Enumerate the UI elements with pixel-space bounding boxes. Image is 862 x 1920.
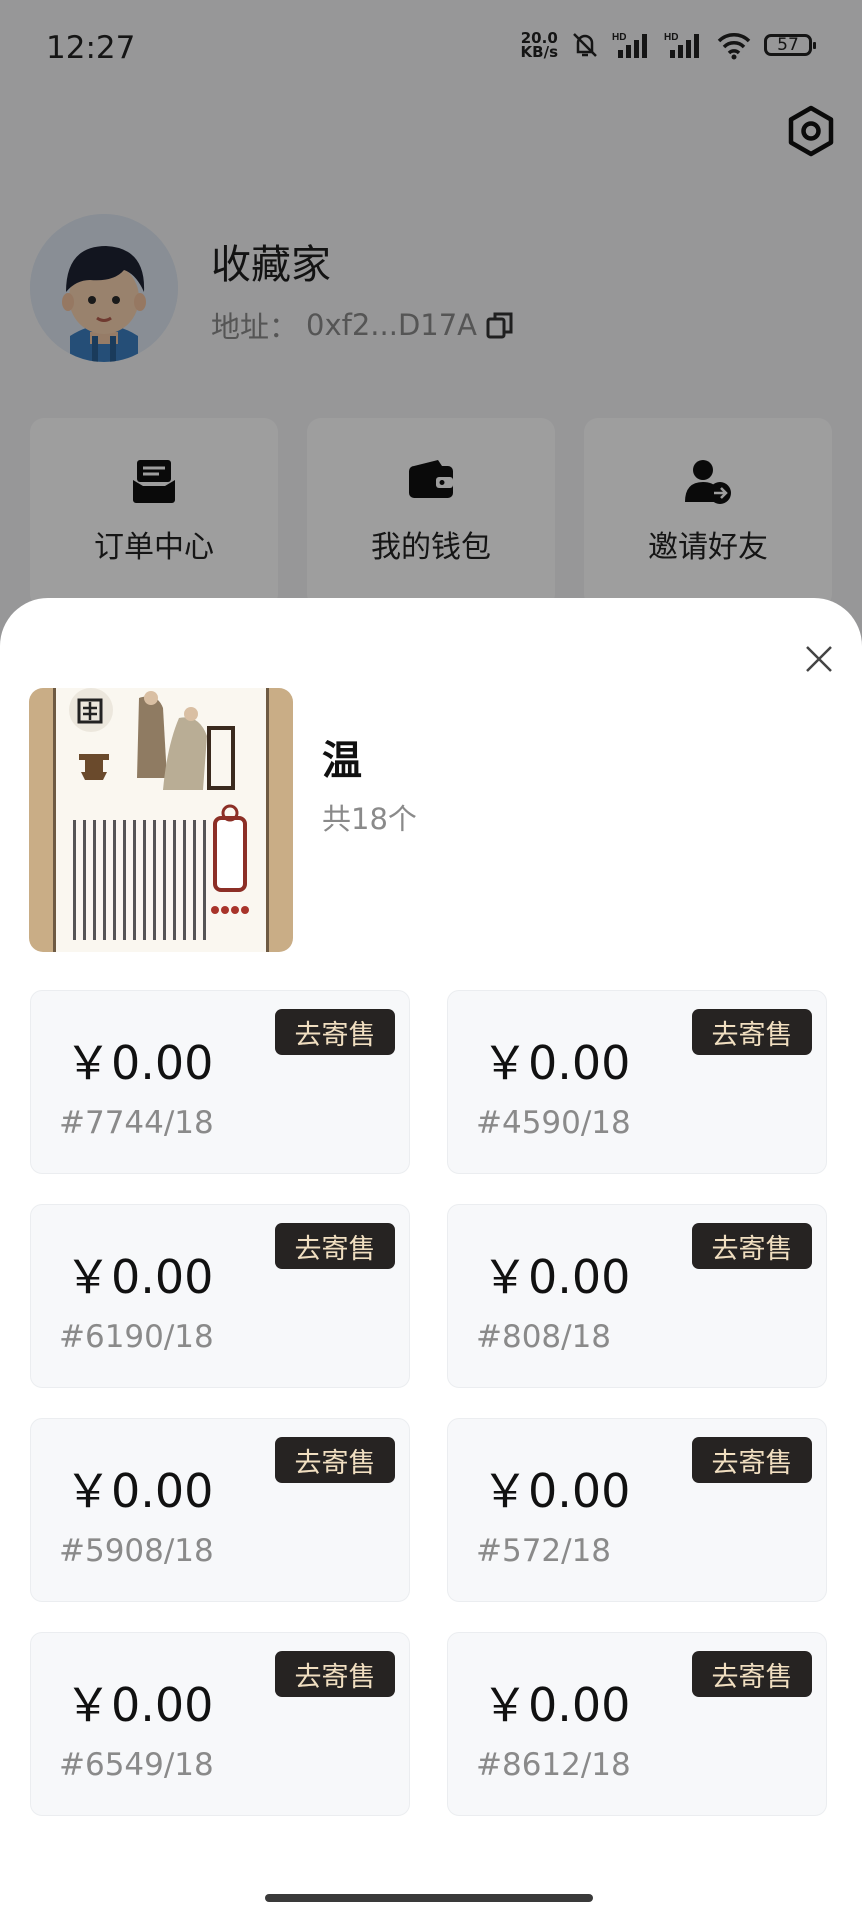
item-price: ￥0.00 bbox=[65, 1464, 214, 1518]
consign-button[interactable]: 去寄售 bbox=[275, 1651, 395, 1697]
item-price: ￥0.00 bbox=[65, 1036, 214, 1090]
home-indicator[interactable] bbox=[265, 1894, 593, 1902]
item-serial: #572/18 bbox=[476, 1533, 612, 1569]
item-price: ￥0.00 bbox=[65, 1250, 214, 1304]
item-serial: #4590/18 bbox=[476, 1105, 631, 1141]
item-card[interactable]: ￥0.00 #6190/18 去寄售 bbox=[30, 1204, 410, 1388]
consign-button[interactable]: 去寄售 bbox=[275, 1223, 395, 1269]
item-serial: #808/18 bbox=[476, 1319, 612, 1355]
item-card[interactable]: ￥0.00 #7744/18 去寄售 bbox=[30, 990, 410, 1174]
item-card[interactable]: ￥0.00 #6549/18 去寄售 bbox=[30, 1632, 410, 1816]
artwork-illustration bbox=[29, 688, 293, 952]
item-price: ￥0.00 bbox=[482, 1250, 631, 1304]
item-card[interactable]: ￥0.00 #808/18 去寄售 bbox=[447, 1204, 827, 1388]
item-price: ￥0.00 bbox=[482, 1464, 631, 1518]
consign-button[interactable]: 去寄售 bbox=[692, 1009, 812, 1055]
product-title: 温 bbox=[322, 738, 362, 784]
consign-button[interactable]: 去寄售 bbox=[275, 1009, 395, 1055]
collection-bottom-sheet: 温 共18个 ￥0.00 #7744/18 去寄售 ￥0.00 #4590/18… bbox=[0, 598, 862, 1920]
consign-button[interactable]: 去寄售 bbox=[692, 1223, 812, 1269]
item-serial: #8612/18 bbox=[476, 1747, 631, 1783]
item-serial: #7744/18 bbox=[59, 1105, 214, 1141]
item-price: ￥0.00 bbox=[482, 1678, 631, 1732]
consign-button[interactable]: 去寄售 bbox=[275, 1437, 395, 1483]
item-serial: #5908/18 bbox=[59, 1533, 214, 1569]
item-card[interactable]: ￥0.00 #8612/18 去寄售 bbox=[447, 1632, 827, 1816]
item-serial: #6549/18 bbox=[59, 1747, 214, 1783]
product-count: 共18个 bbox=[322, 802, 417, 836]
items-grid: ￥0.00 #7744/18 去寄售 ￥0.00 #4590/18 去寄售 ￥0… bbox=[30, 990, 827, 1816]
collector-profile-screen: 12:27 20.0 KB/s HD HD 57 收藏家 地址： 0xf2...… bbox=[0, 0, 862, 1920]
item-card[interactable]: ￥0.00 #4590/18 去寄售 bbox=[447, 990, 827, 1174]
consign-button[interactable]: 去寄售 bbox=[692, 1651, 812, 1697]
consign-button[interactable]: 去寄售 bbox=[692, 1437, 812, 1483]
close-icon[interactable] bbox=[802, 642, 836, 676]
item-card[interactable]: ￥0.00 #5908/18 去寄售 bbox=[30, 1418, 410, 1602]
item-card[interactable]: ￥0.00 #572/18 去寄售 bbox=[447, 1418, 827, 1602]
item-price: ￥0.00 bbox=[482, 1036, 631, 1090]
item-serial: #6190/18 bbox=[59, 1319, 214, 1355]
item-price: ￥0.00 bbox=[65, 1678, 214, 1732]
product-image bbox=[29, 688, 293, 952]
